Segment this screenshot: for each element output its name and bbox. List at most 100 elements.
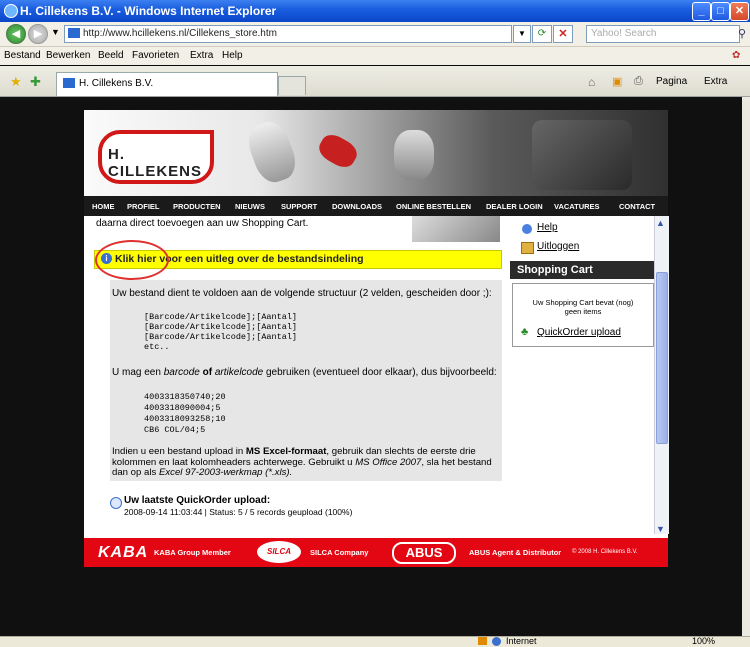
menu-beeld[interactable]: Beeld xyxy=(98,50,124,61)
silca-machine-image xyxy=(532,120,632,190)
tab-cillekens[interactable]: H. Cillekens B.V. xyxy=(56,72,278,96)
excel-text: Indien u een bestand upload in MS Excel-… xyxy=(112,446,500,479)
help-link[interactable]: Help xyxy=(537,222,558,233)
structure-text: Uw bestand dient te voldoen aan de volge… xyxy=(112,288,492,299)
excel-text-1: Indien u een bestand upload in xyxy=(112,446,244,457)
abus-logo: ABUS xyxy=(392,542,456,564)
example-text: U mag een barcode of artikelcode gebruik… xyxy=(112,367,497,378)
feeds-icon[interactable]: ▣ xyxy=(612,75,622,88)
upload-icon xyxy=(110,497,122,509)
excel-text-2: , gebruik dan slechts de eerste drie xyxy=(326,446,476,457)
page-icon xyxy=(68,28,80,39)
home-icon[interactable]: ⌂ xyxy=(588,75,595,89)
minimize-button[interactable]: _ xyxy=(692,2,711,21)
menu-help[interactable]: Help xyxy=(222,50,243,61)
scroll-up-icon[interactable]: ▲ xyxy=(656,218,665,228)
nav-nieuws[interactable]: NIEUWS xyxy=(235,202,265,211)
nav-support[interactable]: SUPPORT xyxy=(281,202,317,211)
status-bar: Internet 100% xyxy=(0,636,750,647)
main-nav: HOME PROFIEL PRODUCTEN NIEUWS SUPPORT DO… xyxy=(84,196,668,216)
quickorder-icon: ♣ xyxy=(521,326,529,338)
example-line: CB6 COL/04;5 xyxy=(144,425,206,435)
search-input[interactable]: Yahoo! Search xyxy=(586,25,740,43)
menu-extra[interactable]: Extra xyxy=(190,50,213,61)
address-dropdown-icon[interactable]: ▼ xyxy=(513,25,531,43)
ie-logo-icon xyxy=(4,4,18,18)
add-favorites-icon[interactable]: ✚ xyxy=(30,74,41,90)
excel-line3a: dan op als xyxy=(112,467,157,478)
cart-title: Shopping Cart xyxy=(517,264,593,276)
nav-downloads[interactable]: DOWNLOADS xyxy=(332,202,382,211)
maximize-button[interactable]: □ xyxy=(711,2,730,21)
tab-page-icon xyxy=(63,78,75,89)
window-title: H. Cillekens B.V. - Windows Internet Exp… xyxy=(20,4,277,18)
cart-box: Uw Shopping Cart bevat (nog) geen items … xyxy=(512,283,654,347)
cart-message: Uw Shopping Cart bevat (nog) geen items xyxy=(513,298,653,316)
internet-zone-icon xyxy=(492,637,501,646)
close-button[interactable]: ✕ xyxy=(730,2,749,21)
new-tab-button[interactable] xyxy=(278,76,306,95)
back-button[interactable]: ◀ xyxy=(6,24,26,44)
help-icon xyxy=(522,224,532,234)
history-dropdown-icon[interactable]: ▼ xyxy=(51,27,60,37)
structure-line: [Barcode/Artikelcode];[Aantal] xyxy=(144,322,298,332)
nav-producten[interactable]: PRODUCTEN xyxy=(173,202,221,211)
favorites-star-icon[interactable]: ★ xyxy=(10,74,22,90)
cart-msg-1: Uw Shopping Cart bevat (nog) xyxy=(532,298,634,307)
key-head-image xyxy=(315,130,361,172)
logout-icon xyxy=(521,242,534,254)
menu-favorieten[interactable]: Favorieten xyxy=(132,50,179,61)
print-icon[interactable]: ⎙ xyxy=(634,75,643,88)
excel-line2: kolommen en laat kolomheaders achterwege… xyxy=(112,456,353,468)
example-pre: U mag een xyxy=(112,367,161,378)
menu-bestand[interactable]: Bestand xyxy=(4,50,41,61)
last-upload-title: Uw laatste QuickOrder upload: xyxy=(124,495,271,506)
structure-line: [Barcode/Artikelcode];[Aantal] xyxy=(144,332,298,342)
logo-text: H. CILLEKENS xyxy=(108,146,203,180)
toolbar-icon[interactable]: ✿ xyxy=(732,50,740,61)
search-icon[interactable]: ⚲ xyxy=(738,27,746,40)
browser-scrollbar[interactable] xyxy=(742,97,750,636)
product-image xyxy=(412,216,500,242)
nav-profiel[interactable]: PROFIEL xyxy=(127,202,160,211)
site-footer: KABA KABA Group Member SILCA SILCA Compa… xyxy=(84,538,668,567)
nav-online-bestellen[interactable]: ONLINE BESTELLEN xyxy=(396,202,471,211)
cillekens-logo[interactable]: H. CILLEKENS xyxy=(98,130,214,184)
status-icon xyxy=(478,637,487,645)
menu-bewerken[interactable]: Bewerken xyxy=(46,50,90,61)
kaba-text: KABA Group Member xyxy=(154,548,231,557)
nav-contact[interactable]: CONTACT xyxy=(619,202,655,211)
quickorder-link[interactable]: QuickOrder upload xyxy=(537,327,621,338)
address-bar[interactable]: http://www.hcillekens.nl/Cillekens_store… xyxy=(64,25,512,43)
excel-office: MS Office 2007 xyxy=(355,456,422,468)
nav-vacatures[interactable]: VACATURES xyxy=(554,202,600,211)
extra-menu[interactable]: Extra xyxy=(704,76,727,87)
example-artikel: artikelcode xyxy=(214,367,264,378)
structure-line: etc.. xyxy=(144,342,170,352)
cart-msg-2: geen items xyxy=(564,307,602,316)
tab-title: H. Cillekens B.V. xyxy=(79,78,154,89)
scroll-thumb[interactable] xyxy=(656,272,668,444)
example-line: 4003318090004;5 xyxy=(144,403,221,413)
zoom-level[interactable]: 100% xyxy=(692,636,715,646)
key-image xyxy=(242,116,302,188)
excel-line3b: Excel 97-2003-werkmap (*.xls). xyxy=(158,467,293,478)
copyright: © 2008 H. Cillekens B.V. xyxy=(572,549,638,555)
stop-icon[interactable]: ✕ xyxy=(553,25,573,43)
excel-bold: MS Excel-formaat xyxy=(245,446,327,457)
example-barcode: barcode xyxy=(163,367,200,378)
forward-button[interactable]: ▶ xyxy=(28,24,48,44)
nav-dealer-login[interactable]: DEALER LOGIN xyxy=(486,202,543,211)
last-upload-info: 2008-09-14 11:03:44 | Status: 5 / 5 reco… xyxy=(124,507,353,517)
cart-header: Shopping Cart xyxy=(510,261,654,279)
example-line: 4003318093258;10 xyxy=(144,414,226,424)
refresh-icon[interactable]: ⟳ xyxy=(532,25,552,43)
example-line: 4003318350740;20 xyxy=(144,392,226,402)
nav-home[interactable]: HOME xyxy=(92,202,115,211)
logout-link[interactable]: Uitloggen xyxy=(537,241,579,252)
page-menu[interactable]: Pagina xyxy=(656,76,687,87)
annotation-circle xyxy=(95,240,169,280)
address-url: http://www.hcillekens.nl/Cillekens_store… xyxy=(83,28,277,39)
scroll-down-icon[interactable]: ▼ xyxy=(656,524,665,534)
site-header: H. CILLEKENS xyxy=(84,110,668,196)
